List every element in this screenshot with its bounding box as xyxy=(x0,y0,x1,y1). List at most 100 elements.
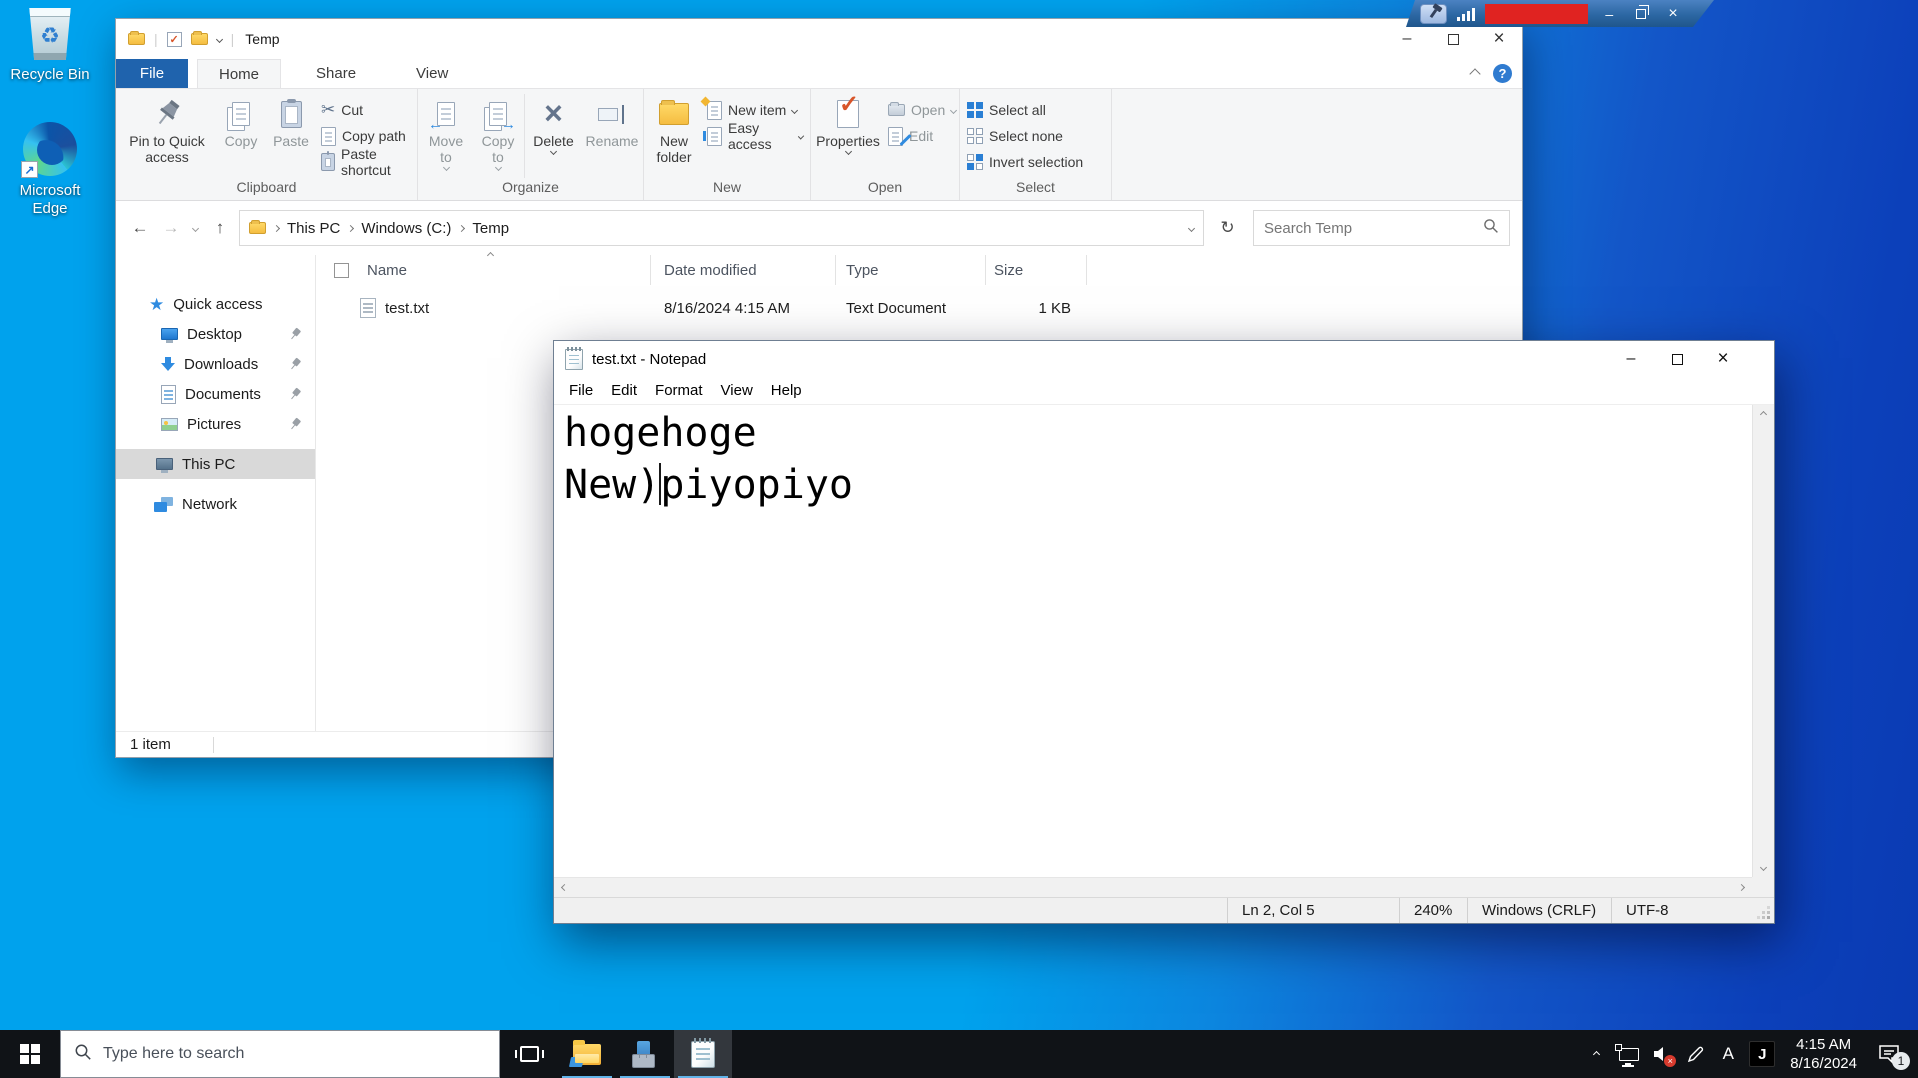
scroll-down-icon[interactable] xyxy=(1760,864,1767,871)
paste-shortcut-button[interactable]: Paste shortcut xyxy=(316,149,415,175)
search-icon[interactable] xyxy=(1483,218,1499,238)
breadcrumb-item-this-pc[interactable]: This PC xyxy=(287,220,340,237)
select-all-button[interactable]: Select all xyxy=(962,97,1088,123)
delete-button[interactable]: × Delete xyxy=(524,94,582,178)
sidebar-item-this-pc[interactable]: This PC xyxy=(116,449,315,479)
taskbar-notepad-button[interactable] xyxy=(674,1030,732,1078)
vertical-scrollbar[interactable] xyxy=(1752,405,1774,877)
search-placeholder: Type here to search xyxy=(103,1045,244,1063)
text-editor-area[interactable]: hogehogeNew)piyopiyo xyxy=(554,405,1752,877)
rdp-signal-strength-icon[interactable] xyxy=(1457,7,1475,21)
column-header-type[interactable]: Type xyxy=(836,255,986,285)
scroll-right-icon[interactable] xyxy=(1738,884,1745,891)
ribbon-group-label: Open xyxy=(811,178,959,200)
column-header-size[interactable]: Size xyxy=(986,255,1087,285)
menu-edit[interactable]: Edit xyxy=(602,382,646,399)
pin-icon xyxy=(287,326,304,343)
sidebar-item-quick-access[interactable]: ★ Quick access xyxy=(116,289,315,319)
admin-tool-icon xyxy=(632,1041,659,1068)
edit-button[interactable]: Edit xyxy=(883,123,961,149)
copy-icon xyxy=(232,95,250,133)
volume-muted-icon[interactable]: × xyxy=(1650,1039,1674,1069)
folder-icon xyxy=(128,33,145,45)
desktop-icon-microsoft-edge[interactable]: ↗ Microsoft Edge xyxy=(4,122,96,218)
ime-mode-indicator[interactable]: A xyxy=(1716,1039,1740,1069)
pen-input-icon[interactable] xyxy=(1683,1039,1707,1069)
network-status-icon[interactable] xyxy=(1617,1039,1641,1069)
action-center-button[interactable]: 1 xyxy=(1872,1039,1906,1069)
menu-help[interactable]: Help xyxy=(762,382,811,399)
hidden-icons-chevron[interactable] xyxy=(1584,1039,1608,1069)
ribbon-group-select: Select all Select none Invert selection … xyxy=(960,89,1112,200)
copy-to-button[interactable]: → Copy to xyxy=(472,94,524,178)
taskbar-file-explorer-button[interactable] xyxy=(558,1030,616,1078)
tab-home[interactable]: Home xyxy=(197,59,281,88)
file-type: Text Document xyxy=(836,300,986,317)
rdp-minimize-button[interactable]: – xyxy=(1598,0,1620,27)
tab-share[interactable]: Share xyxy=(295,59,377,88)
sidebar-item-pictures[interactable]: Pictures xyxy=(116,409,315,439)
resize-grip[interactable] xyxy=(1767,916,1770,919)
new-folder-button[interactable]: New folder xyxy=(646,94,702,178)
back-icon[interactable]: ← xyxy=(128,218,152,238)
file-row-test-txt[interactable]: test.txt 8/16/2024 4:15 AM Text Document… xyxy=(316,293,1522,323)
menu-file[interactable]: File xyxy=(560,382,602,399)
rename-button[interactable]: Rename xyxy=(582,94,642,178)
delete-icon: × xyxy=(544,95,563,133)
open-button[interactable]: Open xyxy=(883,97,961,123)
menu-format[interactable]: Format xyxy=(646,382,712,399)
qat-customize-icon[interactable] xyxy=(216,35,223,42)
column-header-name[interactable]: Name xyxy=(316,255,651,285)
properties-icon: ✓ xyxy=(837,95,859,133)
horizontal-scrollbar[interactable] xyxy=(554,877,1752,897)
search-input[interactable]: Search Temp xyxy=(1253,210,1510,246)
task-view-button[interactable] xyxy=(500,1030,558,1078)
pin-to-quick-access-button[interactable]: Pin to Quick access xyxy=(118,94,216,178)
forward-icon[interactable]: → xyxy=(159,218,183,238)
help-icon[interactable]: ? xyxy=(1493,64,1512,83)
recent-locations-icon[interactable] xyxy=(192,224,199,231)
column-header-date-modified[interactable]: Date modified xyxy=(651,255,836,285)
start-button[interactable] xyxy=(0,1030,60,1078)
paste-button[interactable]: Paste xyxy=(266,94,316,178)
scroll-up-icon[interactable] xyxy=(1760,411,1767,418)
rdp-pin-icon[interactable] xyxy=(1420,4,1447,24)
move-to-button[interactable]: ← Move to xyxy=(420,94,472,178)
taskbar-clock[interactable]: 4:15 AM 8/16/2024 xyxy=(1784,1035,1863,1073)
task-view-icon xyxy=(520,1046,539,1062)
close-button[interactable]: × xyxy=(1700,341,1746,377)
breadcrumb[interactable]: This PC Windows (C:) Temp xyxy=(239,210,1204,246)
qat-folder-icon[interactable] xyxy=(191,33,208,45)
properties-button[interactable]: ✓ Properties xyxy=(813,94,883,178)
breadcrumb-item-temp[interactable]: Temp xyxy=(472,220,509,237)
collapse-ribbon-icon[interactable] xyxy=(1469,68,1480,79)
tab-view[interactable]: View xyxy=(395,59,469,88)
quick-access-icon: ★ xyxy=(149,296,164,313)
sidebar-item-network[interactable]: Network xyxy=(116,489,315,519)
cut-button[interactable]: ✂ Cut xyxy=(316,97,415,123)
address-dropdown-icon[interactable] xyxy=(1188,224,1195,231)
invert-selection-button[interactable]: Invert selection xyxy=(962,149,1088,175)
sidebar-item-documents[interactable]: Documents xyxy=(116,379,315,409)
scroll-left-icon[interactable] xyxy=(561,884,568,891)
desktop-icon-recycle-bin[interactable]: ♻ Recycle Bin xyxy=(4,8,96,84)
menu-view[interactable]: View xyxy=(712,382,762,399)
easy-access-button[interactable]: Easy access xyxy=(702,123,808,149)
tab-file[interactable]: File xyxy=(116,59,188,88)
rdp-restore-button[interactable] xyxy=(1630,0,1652,27)
select-all-checkbox[interactable] xyxy=(334,263,349,278)
minimize-button[interactable]: – xyxy=(1608,341,1654,377)
taskbar-admin-tool-button[interactable] xyxy=(616,1030,674,1078)
rdp-close-button[interactable]: × xyxy=(1662,0,1684,27)
breadcrumb-item-windows-c[interactable]: Windows (C:) xyxy=(361,220,451,237)
sidebar-item-desktop[interactable]: Desktop xyxy=(116,319,315,349)
select-none-button[interactable]: Select none xyxy=(962,123,1088,149)
up-icon[interactable]: ↑ xyxy=(208,218,232,238)
maximize-button[interactable] xyxy=(1654,341,1700,377)
refresh-icon[interactable]: ↻ xyxy=(1211,211,1244,245)
copy-button[interactable]: Copy xyxy=(216,94,266,178)
qat-check-icon[interactable]: ✓ xyxy=(167,32,182,47)
taskbar-search-input[interactable]: Type here to search xyxy=(60,1030,500,1078)
sidebar-item-downloads[interactable]: Downloads xyxy=(116,349,315,379)
ime-language-indicator[interactable]: J xyxy=(1749,1041,1775,1067)
